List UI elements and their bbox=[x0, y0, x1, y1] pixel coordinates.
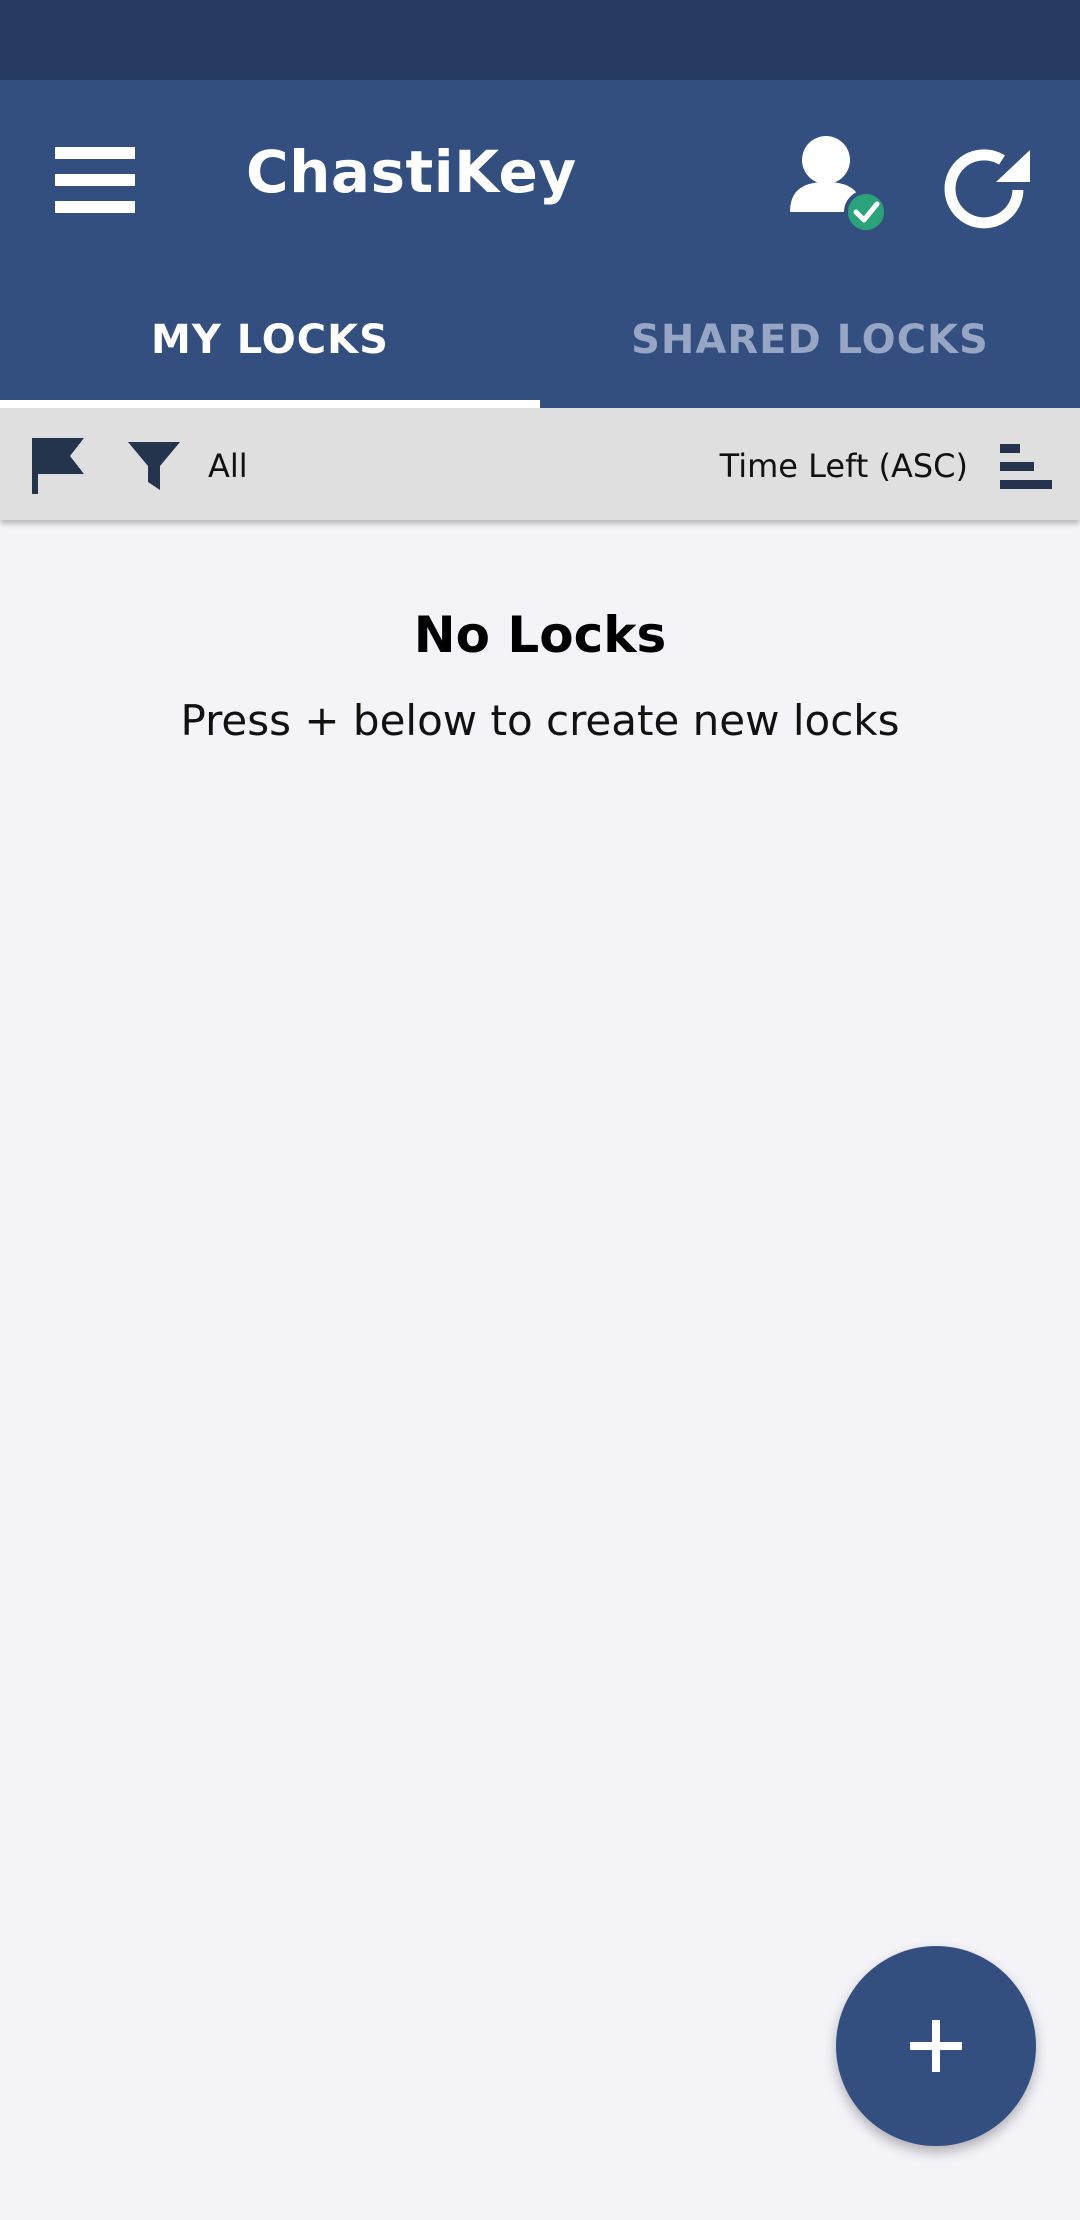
tab-shared-locks[interactable]: SHARED LOCKS bbox=[540, 272, 1080, 408]
refresh-button[interactable] bbox=[930, 130, 1040, 240]
flag-button[interactable] bbox=[26, 434, 92, 498]
hamburger-menu-icon bbox=[55, 147, 135, 213]
empty-state-subtitle: Press + below to create new locks bbox=[180, 696, 900, 745]
empty-state-title: No Locks bbox=[413, 606, 667, 664]
tab-my-locks[interactable]: MY LOCKS bbox=[0, 272, 540, 408]
sort-icon bbox=[1000, 444, 1052, 489]
account-button[interactable] bbox=[780, 130, 890, 240]
filter-value: All bbox=[208, 447, 248, 485]
refresh-icon bbox=[944, 149, 1030, 229]
add-lock-button[interactable] bbox=[836, 1946, 1036, 2146]
menu-button[interactable] bbox=[40, 130, 150, 230]
sort-button[interactable]: Time Left (ASC) bbox=[694, 432, 1054, 500]
filter-icon bbox=[128, 442, 180, 490]
filter-bar: All Time Left (ASC) bbox=[0, 408, 1080, 520]
sort-value: Time Left (ASC) bbox=[719, 447, 968, 485]
user-verified-icon bbox=[790, 136, 888, 234]
status-bar bbox=[0, 0, 1080, 80]
flag-icon bbox=[32, 438, 84, 494]
active-tab-indicator bbox=[0, 400, 540, 408]
filter-button[interactable]: All bbox=[118, 434, 308, 498]
tab-bar: MY LOCKS SHARED LOCKS bbox=[0, 272, 1080, 408]
app-bar: ChastiKey bbox=[0, 80, 1080, 272]
plus-icon bbox=[910, 2020, 962, 2072]
app-title: ChastiKey bbox=[246, 138, 577, 206]
